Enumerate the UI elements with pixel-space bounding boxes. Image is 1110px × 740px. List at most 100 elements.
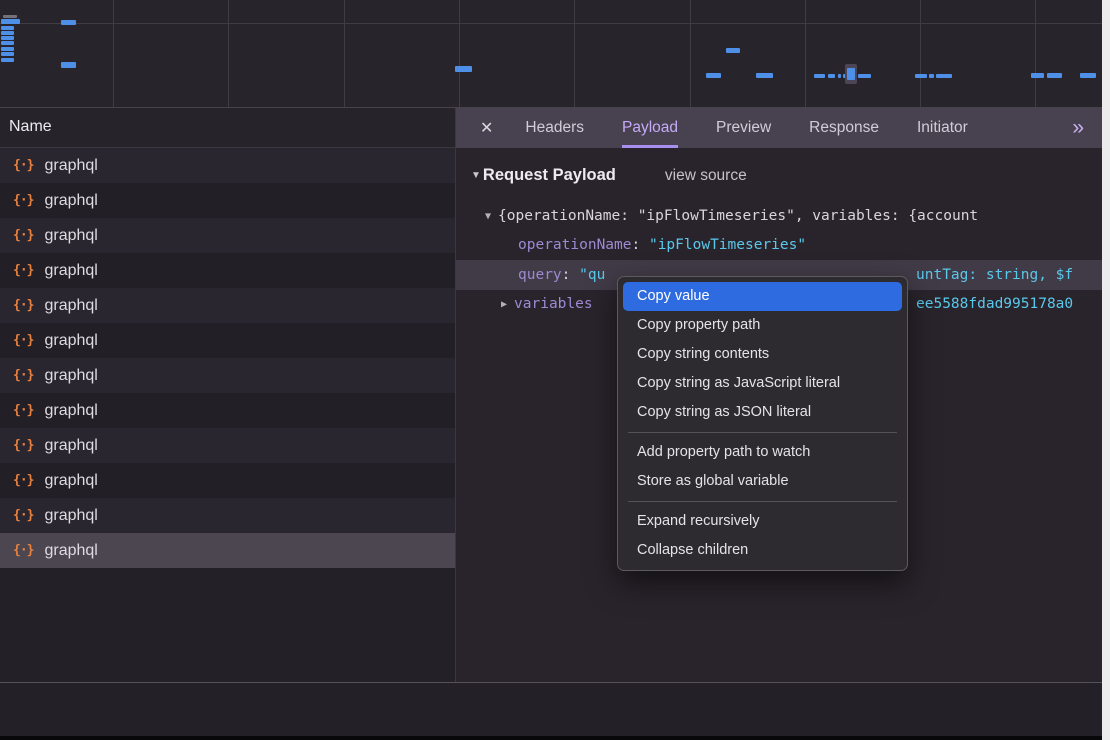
overview-request-bar [858,74,871,78]
tab-preview[interactable]: Preview [716,108,771,148]
request-name: graphql [44,297,97,315]
request-row[interactable]: {·} graphql [0,323,455,358]
overview-request-bar [3,15,17,18]
request-row[interactable]: {·} graphql [0,358,455,393]
overview-request-bar [1080,73,1096,78]
overview-request-bar [1,26,14,30]
json-braces-icon: {·} [13,333,33,348]
menu-item-copy-value[interactable]: Copy value [623,282,902,311]
context-menu: Copy valueCopy property pathCopy string … [617,276,908,571]
request-name: graphql [44,157,97,175]
request-row[interactable]: {·} graphql [0,253,455,288]
menu-item-copy-property-path[interactable]: Copy property path [618,311,907,340]
request-row[interactable]: {·} graphql [0,148,455,183]
overview-gridline-horizontal [0,23,1102,24]
menu-item-copy-string-as-javascript-literal[interactable]: Copy string as JavaScript literal [618,369,907,398]
close-icon[interactable]: ✕ [455,108,506,148]
expander-down-icon[interactable]: ▼ [485,202,491,231]
json-braces-icon: {·} [13,158,33,173]
json-braces-icon: {·} [13,473,33,488]
request-row[interactable]: {·}graphql [0,428,455,463]
overview-request-bar [1,41,14,45]
tab-payload[interactable]: Payload [622,108,678,148]
section-expander-icon[interactable]: ▼ [471,170,481,181]
menu-item-collapse-children[interactable]: Collapse children [618,536,907,565]
tab-headers[interactable]: Headers [525,108,584,148]
status-footer [0,682,1102,736]
overview-request-bar [1047,73,1062,78]
request-row[interactable]: {·} graphql [0,183,455,218]
request-row[interactable]: {·} graphql [0,393,455,428]
overview-request-bar [61,20,76,25]
request-name: graphql [44,227,97,245]
overview-request-bar [1,19,20,24]
menu-item-store-as-global-variable[interactable]: Store as global variable [618,467,907,496]
request-name: graphql [44,437,97,455]
json-braces-icon: {·} [13,508,33,523]
property-key: variables [514,296,593,312]
request-row[interactable]: {·} graphql [0,463,455,498]
json-braces-icon: {·} [13,193,33,208]
name-column-header[interactable]: Name [0,108,455,148]
overview-request-bar [915,74,927,78]
request-row[interactable]: {·}graphql [0,533,455,568]
menu-item-copy-string-as-json-literal[interactable]: Copy string as JSON literal [618,398,907,427]
overview-request-bar [756,73,773,78]
menu-item-expand-recursively[interactable]: Expand recursively [618,507,907,536]
request-row[interactable]: {·} graphql [0,498,455,533]
window-edge-bottom [0,736,1102,740]
devtools-network-panel: Name ✕ Headers Payload Preview Response Init… [0,0,1110,740]
request-name: graphql [44,332,97,350]
payload-root-row[interactable]: ▼ {operationName: "ipFlowTimeseries", var… [456,202,1102,231]
request-row[interactable]: {·} graphql [0,288,455,323]
network-overview[interactable] [0,0,1102,108]
json-braces-icon: {·} [13,368,33,383]
key-separator: : [632,237,649,253]
overview-gridline-vertical [344,0,345,107]
key-separator: : [562,267,579,283]
request-row[interactable]: {·} graphql [0,218,455,253]
overview-gridline-vertical [113,0,114,107]
overview-request-bar [929,74,934,78]
overview-request-bar [1,52,14,56]
tab-response[interactable]: Response [809,108,879,148]
overview-request-bar [847,68,855,80]
request-name: graphql [44,507,97,525]
view-source-link[interactable]: view source [665,167,747,185]
property-key: query [518,267,562,283]
menu-separator [628,432,897,433]
tab-initiator[interactable]: Initiator [917,108,968,148]
json-braces-icon: {·} [13,298,33,313]
overview-request-bar [1,47,14,51]
property-value-right: untTag: string, $f [916,260,1073,290]
overview-request-bar [455,66,472,72]
overview-request-bar [1,58,14,62]
expander-right-icon[interactable]: ▶ [501,290,507,319]
request-name: graphql [44,367,97,385]
request-name: graphql [44,192,97,210]
menu-item-add-property-path-to-watch[interactable]: Add property path to watch [618,438,907,467]
overview-request-bar [61,62,76,68]
detail-tab-bar: ✕ Headers Payload Preview Response Initiator… [455,108,1102,148]
overview-gridline-vertical [228,0,229,107]
request-name: graphql [44,262,97,280]
request-payload-section: ▼ Request Payload view source [471,166,747,185]
window-edge-right [1102,0,1110,740]
overview-request-bar [1,31,14,35]
json-braces-icon: {·} [13,228,33,243]
overview-request-bar [726,48,740,53]
overview-gridline-vertical [459,0,460,107]
request-name: graphql [44,402,97,420]
overview-request-bar [706,73,721,78]
property-value-right: ee5588fdad995178a0 [916,290,1073,319]
request-name: graphql [44,472,97,490]
payload-row-operationname[interactable]: operationName: "ipFlowTimeseries" [456,231,1102,260]
section-title: Request Payload [483,166,616,185]
menu-separator [628,501,897,502]
overview-gridline-vertical [920,0,921,107]
json-braces-icon: {·} [13,403,33,418]
payload-preview-text: {operationName: "ipFlowTimeseries", vari… [498,208,978,224]
more-tabs-icon[interactable]: » [1072,108,1102,148]
menu-item-copy-string-contents[interactable]: Copy string contents [618,340,907,369]
json-braces-icon: {·} [13,263,33,278]
